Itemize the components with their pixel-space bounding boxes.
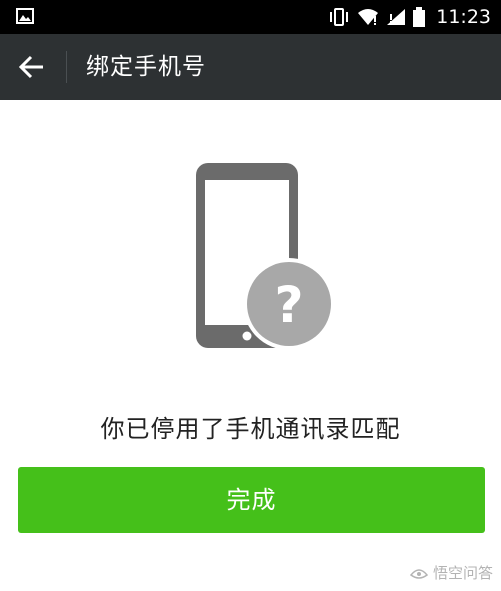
watermark: 悟空问答 bbox=[409, 562, 493, 583]
page-title: 绑定手机号 bbox=[86, 54, 206, 80]
battery-icon bbox=[413, 7, 426, 27]
status-message: 你已停用了手机通讯录匹配 bbox=[100, 415, 401, 443]
app-bar-divider bbox=[66, 51, 67, 83]
image-icon bbox=[16, 8, 34, 24]
back-arrow-icon[interactable] bbox=[18, 54, 46, 80]
app-bar: 绑定手机号 bbox=[0, 34, 501, 100]
done-button[interactable]: 完成 bbox=[18, 467, 485, 533]
signal-icon bbox=[387, 9, 406, 25]
status-icons: 11:23 bbox=[328, 0, 491, 34]
status-time: 11:23 bbox=[436, 6, 491, 28]
watermark-logo-icon bbox=[409, 568, 429, 579]
status-bar: 11:23 bbox=[0, 0, 501, 34]
vibrate-icon bbox=[330, 8, 349, 26]
question-mark: ? bbox=[274, 276, 303, 334]
watermark-text: 悟空问答 bbox=[432, 564, 493, 582]
wifi-icon bbox=[358, 9, 379, 25]
phone-question-icon: ? bbox=[196, 163, 335, 350]
